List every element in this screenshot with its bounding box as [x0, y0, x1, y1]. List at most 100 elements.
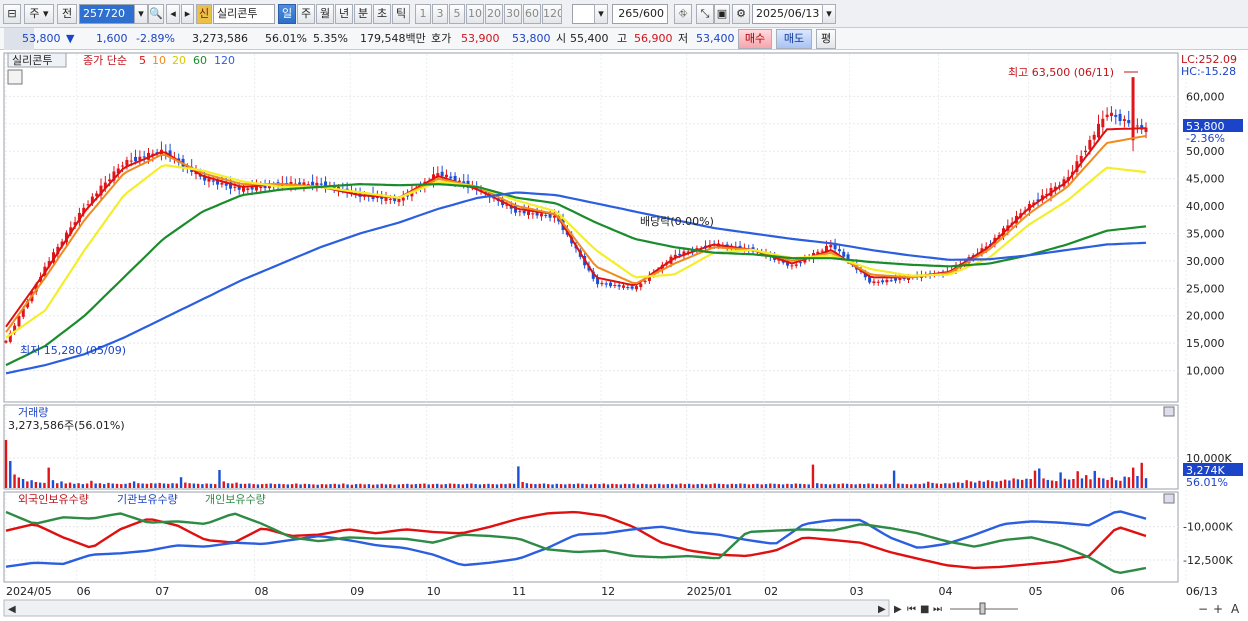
candle-body — [129, 160, 133, 162]
period-tab-4[interactable]: 분 — [354, 4, 372, 24]
holdings-panel-close-icon[interactable] — [1163, 493, 1175, 504]
sell-button[interactable]: 매도 — [776, 29, 812, 49]
volume-bar — [931, 482, 934, 488]
zoom-minus-button[interactable]: − — [1198, 602, 1208, 616]
candle-body — [457, 180, 461, 182]
volume-bar — [196, 483, 200, 488]
holdings-tick-label: -12,500K — [1183, 554, 1233, 567]
quote-turnover: 5.35% — [313, 32, 348, 45]
candle-body — [872, 281, 876, 284]
period-tab-1[interactable]: 주 — [297, 4, 315, 24]
volume-bar — [811, 464, 815, 488]
search-icon[interactable]: 🔍 — [148, 4, 164, 24]
zoom-plus-button[interactable]: + — [1213, 602, 1223, 616]
candle-body — [885, 279, 889, 283]
volume-bar — [1093, 470, 1096, 488]
buy-button[interactable]: 매수 — [738, 29, 772, 49]
market-selector[interactable]: 주 ▾ — [24, 4, 54, 24]
scroll-left-icon[interactable]: ◀ — [8, 604, 16, 615]
tool-chart-icon[interactable]: ⛗ — [674, 4, 692, 24]
volume-bar — [773, 483, 776, 488]
candle-body — [894, 278, 898, 281]
legend-ma60: 60 — [193, 54, 207, 67]
prev-button[interactable]: 전 — [57, 4, 77, 24]
gear-icon[interactable]: ⚙ — [732, 4, 750, 24]
nav-play-icon[interactable]: ▶ — [894, 604, 902, 615]
code-dropdown-icon[interactable]: ▾ — [134, 4, 148, 24]
save-icon[interactable]: ▣ — [714, 4, 730, 24]
font-size-button[interactable]: A — [1231, 602, 1240, 616]
volume-bar — [120, 484, 123, 488]
stock-name-field[interactable]: 실리콘투 — [213, 4, 275, 24]
interval-button-60[interactable]: 60 — [523, 4, 541, 24]
volume-bar — [619, 484, 623, 488]
nav-first-icon[interactable]: ⏮ — [907, 604, 916, 615]
calendar-icon[interactable]: ▾ — [822, 4, 836, 24]
interval-button-20[interactable]: 20 — [485, 4, 503, 24]
candle-body — [1092, 134, 1096, 140]
interval-button-1[interactable]: 1 — [415, 4, 431, 24]
nav-last-icon[interactable]: ⏭ — [933, 604, 942, 615]
volume-bar — [299, 484, 302, 488]
period-tab-2[interactable]: 월 — [316, 4, 334, 24]
volume-bar — [30, 480, 33, 488]
volume-bar — [167, 483, 170, 488]
chart-canvas[interactable]: 60,00055,00050,00045,00040,00035,00030,0… — [0, 50, 1248, 621]
table-icon[interactable] — [7, 69, 23, 85]
stock-code-input[interactable]: 257720 — [79, 4, 137, 24]
candle-body — [799, 262, 803, 264]
price-tick-label: 15,000 — [1186, 337, 1225, 350]
volume-bar — [342, 483, 345, 488]
volume-bar — [231, 483, 234, 488]
speaker-icon[interactable]: ◂ — [166, 4, 180, 24]
tool-draw-icon[interactable]: ⤡ — [696, 4, 714, 24]
volume-panel-close-icon[interactable] — [1163, 406, 1175, 417]
candle-body — [134, 156, 138, 162]
period-tab-3[interactable]: 년 — [335, 4, 353, 24]
volume-bar — [517, 466, 520, 488]
interval-button-30[interactable]: 30 — [504, 4, 522, 24]
interval-dropdown-icon[interactable]: ▾ — [594, 4, 608, 24]
candle-body — [142, 156, 146, 158]
volume-bar — [850, 484, 853, 488]
ask-price: 53,900 — [461, 32, 500, 45]
candle-body — [522, 210, 526, 214]
count-field[interactable]: 265/600 — [612, 4, 668, 24]
chart-settings-icon[interactable]: ⊟ — [3, 4, 21, 24]
nav-stop-icon[interactable]: ■ — [920, 604, 929, 615]
zoom-slider-handle[interactable] — [979, 602, 986, 615]
candle-body — [449, 176, 453, 179]
scrollbar-track[interactable] — [3, 599, 890, 617]
interval-button-120[interactable]: 120 — [542, 4, 562, 24]
volume-bar — [824, 484, 827, 488]
open-price: 55,400 — [570, 32, 609, 45]
quote-amount: 179,548백만 — [360, 32, 426, 45]
period-tab-5[interactable]: 초 — [373, 4, 391, 24]
interval-button-3[interactable]: 3 — [432, 4, 448, 24]
volume-bar — [914, 483, 917, 488]
volume-bar — [508, 483, 512, 488]
volume-bar — [427, 484, 430, 488]
candle-body — [617, 284, 621, 287]
evaluate-button[interactable]: 평 — [816, 29, 836, 49]
volume-bar — [884, 483, 887, 488]
volume-bar — [858, 483, 862, 488]
volume-bar — [1110, 477, 1114, 488]
date-field[interactable]: 2025/06/13 — [752, 4, 824, 24]
top-toolbar: ⊟ 주 ▾ 전 257720 ▾ 🔍 ◂ ▸ 신 실리콘투 일주월년분초틱 13… — [0, 0, 1248, 28]
volume-bar — [986, 480, 990, 488]
interval-button-5[interactable]: 5 — [449, 4, 465, 24]
interval-button-10[interactable]: 10 — [466, 4, 484, 24]
scroll-right-icon[interactable]: ▶ — [878, 604, 886, 615]
candle-body — [315, 182, 319, 186]
volume-bar — [1097, 477, 1101, 488]
period-tab-0[interactable]: 일 — [278, 4, 296, 24]
volume-bar — [453, 483, 456, 488]
volume-bar — [401, 484, 405, 488]
volume-bar — [837, 484, 840, 488]
volume-bar — [769, 483, 772, 488]
low-label: 저 — [678, 32, 689, 45]
stock-list-icon[interactable]: ▸ — [181, 4, 194, 24]
period-tab-6[interactable]: 틱 — [392, 4, 410, 24]
volume-bar — [141, 483, 144, 488]
